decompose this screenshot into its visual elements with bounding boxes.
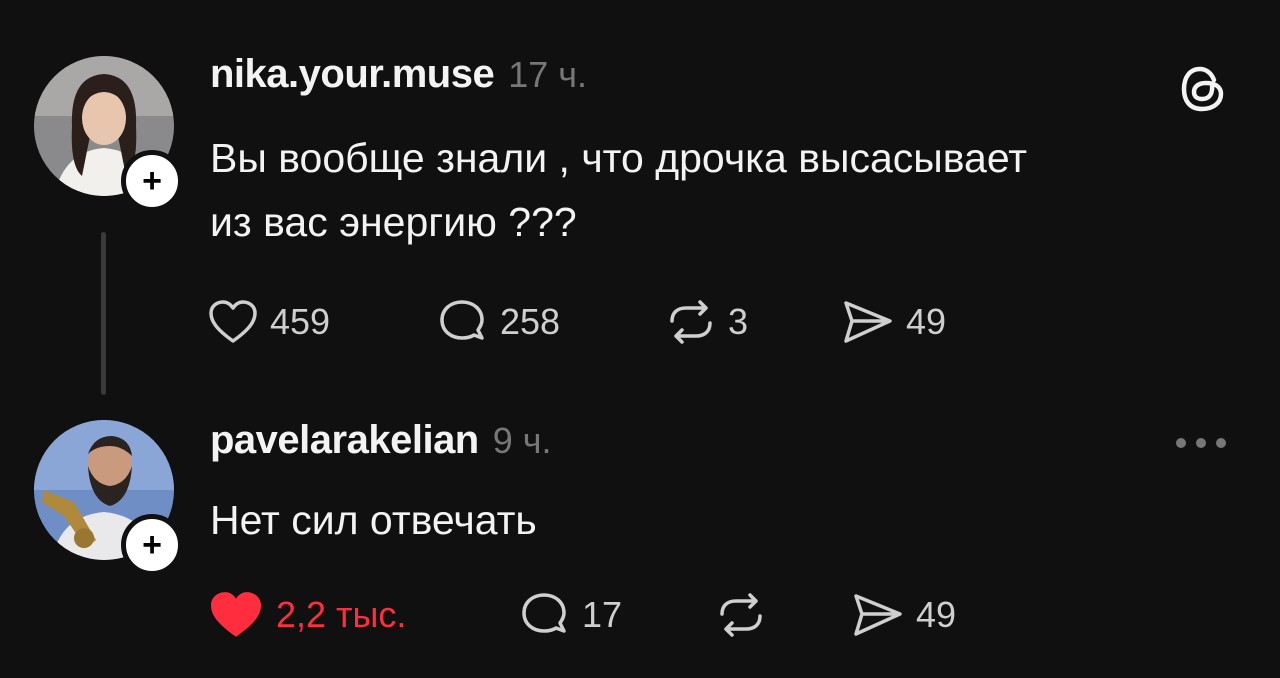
- thread-line: [101, 232, 106, 395]
- reply-text: Нет сил отвечать: [210, 497, 537, 543]
- post-actions: 459 258 3 49: [208, 298, 946, 346]
- like-count: 459: [270, 301, 331, 342]
- follow-button-nika[interactable]: +: [121, 150, 183, 212]
- repost-button[interactable]: [716, 592, 852, 638]
- send-icon: [844, 301, 892, 343]
- share-button[interactable]: 49: [852, 592, 956, 638]
- plus-icon: +: [142, 526, 162, 564]
- post-time[interactable]: 17 ч.: [508, 54, 587, 96]
- like-count: 2,2 тыс.: [276, 594, 407, 635]
- comment-button[interactable]: 258: [438, 298, 666, 346]
- username[interactable]: pavelarakelian: [210, 418, 479, 463]
- post-text: Вы вообще знали , что дрочка высасывает …: [210, 135, 1028, 245]
- more-dots-icon[interactable]: [1174, 436, 1228, 450]
- post-header: nika.your.muse 17 ч.: [210, 52, 587, 97]
- comment-count: 258: [500, 301, 561, 342]
- heart-icon: [209, 300, 257, 343]
- share-count: 49: [906, 301, 947, 342]
- repost-count: 3: [728, 301, 749, 342]
- like-button[interactable]: 2,2 тыс.: [208, 590, 520, 640]
- plus-icon: +: [142, 162, 162, 200]
- threads-logo-icon[interactable]: [1180, 64, 1226, 114]
- username[interactable]: nika.your.muse: [210, 52, 495, 97]
- comment-button[interactable]: 17: [520, 591, 716, 639]
- threads-screen: + nika.your.muse 17 ч. Вы вообще знали ,…: [0, 0, 1280, 678]
- comment-bubble-icon: [440, 300, 484, 340]
- repost-icon: [670, 300, 712, 344]
- send-icon: [854, 594, 902, 636]
- share-button[interactable]: 49: [842, 299, 946, 345]
- reply-header: pavelarakelian 9 ч.: [210, 418, 552, 463]
- repost-button[interactable]: 3: [666, 299, 842, 345]
- share-count: 49: [916, 594, 957, 635]
- follow-button-pavel[interactable]: +: [121, 514, 183, 576]
- comment-bubble-icon: [522, 593, 566, 633]
- post-time[interactable]: 9 ч.: [493, 420, 552, 462]
- comment-count: 17: [582, 594, 623, 635]
- reply-actions: 2,2 тыс. 17 49: [208, 590, 956, 640]
- repost-icon: [720, 593, 762, 637]
- heart-icon: [211, 592, 261, 637]
- like-button[interactable]: 459: [208, 299, 438, 345]
